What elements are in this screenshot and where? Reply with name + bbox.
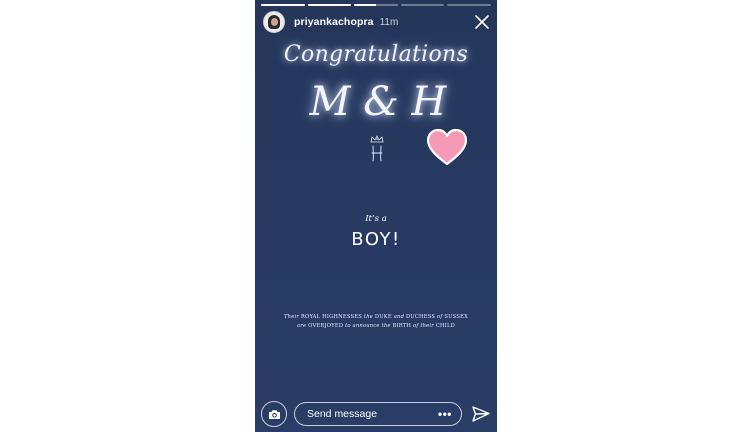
announce-word: of	[437, 314, 443, 320]
announce-word: the	[363, 314, 374, 320]
announce-word: ROYAL HIGHNESSES	[300, 314, 363, 320]
story-progress-bar	[261, 4, 491, 6]
announce-word: SUSSEX	[444, 314, 468, 320]
more-options-icon[interactable]: •••	[438, 408, 452, 420]
camera-icon	[268, 409, 280, 419]
reply-bar: Send message •••	[261, 401, 491, 427]
progress-segment	[400, 4, 445, 6]
royal-crest-icon	[370, 135, 384, 162]
announce-word: DUKE	[374, 314, 392, 320]
monogram-text: M & H	[309, 79, 447, 125]
story-viewer: priyankachopra 11m Congratulations M & H…	[255, 0, 497, 432]
boy-announcement: BOY!	[351, 229, 401, 250]
progress-segment	[307, 4, 352, 6]
congratulations-heading: Congratulations	[283, 42, 469, 67]
avatar[interactable]	[263, 11, 285, 33]
post-time: 11m	[379, 16, 399, 28]
announce-word: DUCHESS	[405, 314, 436, 320]
announce-word: OVERJOYED	[308, 323, 344, 329]
announcement-text: Their ROYAL HIGHNESSES the DUKE and DUCH…	[269, 313, 483, 331]
announce-word: CHILD	[435, 323, 455, 329]
announce-word: of their	[413, 323, 434, 329]
progress-segment	[354, 4, 398, 6]
progress-segment	[447, 4, 491, 6]
send-icon[interactable]	[471, 404, 491, 424]
progress-segment	[261, 4, 305, 6]
its-a-text: It’s a	[365, 214, 387, 224]
send-message-input[interactable]: Send message •••	[294, 402, 462, 426]
send-message-placeholder: Send message	[307, 408, 378, 420]
username[interactable]: priyankachopra	[294, 16, 374, 28]
announce-word: and	[393, 314, 405, 320]
announce-word: BIRTH	[392, 323, 412, 329]
camera-button[interactable]	[261, 401, 287, 427]
heart-sticker-icon	[426, 128, 468, 166]
story-header: priyankachopra 11m	[263, 11, 491, 33]
announce-word: to announce the	[345, 323, 391, 329]
announce-word: Their	[284, 314, 300, 320]
close-icon[interactable]	[473, 13, 491, 31]
announce-word: are	[297, 323, 307, 329]
